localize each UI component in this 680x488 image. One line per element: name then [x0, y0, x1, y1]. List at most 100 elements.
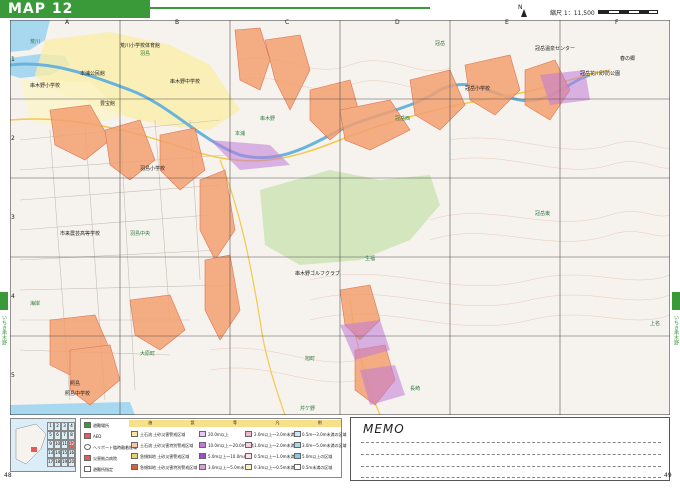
- facility-label[interactable]: 冠岳小学校: [465, 85, 490, 92]
- page-title: MAP 12: [8, 1, 74, 17]
- scale-bar: [598, 10, 658, 14]
- place-label: 羽島: [140, 51, 151, 57]
- row-label-5: 5: [11, 372, 15, 379]
- index-cell[interactable]: 16: [68, 449, 75, 458]
- map-canvas: [9, 19, 671, 416]
- column-label-c: C: [285, 19, 290, 26]
- column-label-e: E: [505, 19, 509, 26]
- row-label-1: 1: [11, 56, 15, 63]
- column-label-a: A: [65, 19, 70, 26]
- index-cell[interactable]: 2: [54, 422, 61, 431]
- legend-flood-label: 20.0m以上: [208, 432, 229, 437]
- legend-swatch: [131, 442, 138, 448]
- page-number-left: 48: [4, 472, 12, 479]
- index-cell[interactable]: 11: [61, 440, 68, 449]
- index-cell[interactable]: 17: [47, 458, 54, 467]
- left-side-text: いちき串木野: [1, 315, 7, 345]
- place-label: 冠岳西: [395, 116, 411, 122]
- facility-label[interactable]: 本浦公民館: [80, 70, 105, 77]
- flag-icon: [84, 466, 91, 472]
- legend-swatch: [294, 442, 301, 448]
- index-cell[interactable]: 6: [54, 431, 61, 440]
- legend-swatch: [131, 431, 138, 437]
- facility-label[interactable]: 羽島小学校: [140, 165, 165, 172]
- row-label-2: 2: [11, 135, 15, 142]
- legend-flood-label: 1.0m以上～2.0m未満: [254, 443, 295, 448]
- legend-swatch: [199, 464, 206, 470]
- facility-label[interactable]: 豊宝館: [100, 100, 115, 107]
- legend-hazard-label: 土石流 土砂災害特別警戒区域: [140, 443, 194, 448]
- place-label: 生福: [365, 256, 376, 262]
- index-cell[interactable]: 9: [47, 440, 54, 449]
- facility-label[interactable]: 冠岳温泉センター: [535, 45, 575, 52]
- index-cell[interactable]: 8: [68, 431, 75, 440]
- legend-hazard-label: 急傾斜地 土砂災害特別警戒区域: [140, 465, 198, 470]
- index-cell[interactable]: 10: [54, 440, 61, 449]
- legend-hazard-label: 土石流 土砂災害警戒区域: [140, 432, 186, 437]
- legend-header-char: 凡: [275, 420, 280, 425]
- facility-label[interactable]: 串木野中学校: [170, 78, 200, 85]
- index-cell-current[interactable]: 12: [68, 440, 75, 449]
- legend-flood-label: 0.3m以上～0.5m未満: [254, 465, 295, 470]
- legend-facility-label: AED: [93, 434, 102, 439]
- place-label: 旭町: [305, 356, 316, 362]
- legend-swatch: [245, 464, 252, 470]
- aed-icon: [84, 433, 91, 439]
- facility-label[interactable]: 照島中学校: [65, 390, 90, 397]
- facility-label[interactable]: 荒川小学校体育館: [120, 42, 160, 49]
- column-label-f: F: [615, 19, 619, 26]
- facility-label[interactable]: 市来農芸高等学校: [60, 230, 100, 237]
- hospital-icon: [84, 455, 91, 461]
- header-bar: MAP 12: [0, 0, 150, 18]
- legend-facility-label: 避難所指定: [93, 467, 113, 472]
- index-cell[interactable]: 5: [47, 431, 54, 440]
- legend-swatch: [199, 431, 206, 437]
- index-cell[interactable]: 19: [61, 458, 68, 467]
- memo-line: [361, 466, 661, 467]
- index-cell[interactable]: 13: [47, 449, 54, 458]
- legend-header-char: 例: [317, 420, 322, 425]
- legend-header-char: 施: [148, 420, 153, 425]
- facility-label[interactable]: 串木野小学校: [30, 82, 60, 89]
- memo-box[interactable]: MEMO: [350, 417, 670, 481]
- legend-flood-label: 5.0m以上の区域: [302, 454, 333, 459]
- memo-line: [361, 477, 661, 478]
- index-cell[interactable]: 14: [54, 449, 61, 458]
- index-map[interactable]: 1 2 3 4 5 6 7 8 9 10 11 12 13 14 15 16 1…: [10, 418, 76, 472]
- heli-icon: [84, 444, 91, 450]
- index-cell[interactable]: 3: [61, 422, 68, 431]
- index-cell[interactable]: 4: [68, 422, 75, 431]
- legend-flood-label: 3.0m以上～5.0m未満: [208, 465, 249, 470]
- page-number-right: 49: [664, 472, 672, 479]
- legend-header-char: 等: [232, 420, 237, 425]
- header-divider: [150, 7, 430, 9]
- index-cell[interactable]: 18: [54, 458, 61, 467]
- index-cell[interactable]: 1: [47, 422, 54, 431]
- index-cell[interactable]: 7: [61, 431, 68, 440]
- house-icon: [84, 422, 91, 428]
- index-cell[interactable]: 15: [61, 449, 68, 458]
- legend-flood-label: 0.5m以上～1.0m未満: [254, 454, 295, 459]
- legend-swatch: [199, 453, 206, 459]
- hazard-map[interactable]: A B C D E F 1 2 3 4 5 冠岳 羽島 荒川 串木野 冠岳西 本…: [9, 19, 671, 416]
- legend-swatch: [199, 442, 206, 448]
- place-label: 芹ケ野: [300, 406, 316, 412]
- legend-swatch: [245, 453, 252, 459]
- column-label-d: D: [395, 19, 400, 26]
- place-label: 冠岳東: [535, 211, 551, 217]
- north-arrow-icon: [521, 9, 527, 17]
- legend-flood-label: 3.0m～5.0m未満の区域: [302, 443, 347, 448]
- legend-swatch: [131, 453, 138, 459]
- place-label: 照島: [70, 381, 81, 387]
- legend-swatch: [294, 453, 301, 459]
- legend-swatch: [245, 442, 252, 448]
- column-label-b: B: [175, 19, 180, 26]
- scale-label: 縮尺 1：11,500: [550, 10, 595, 17]
- memo-line: [361, 442, 661, 443]
- left-side-tab: [0, 292, 8, 310]
- place-label: 大原町: [140, 351, 156, 357]
- index-cell[interactable]: 20: [68, 458, 75, 467]
- facility-label[interactable]: 冠岳花川砂防公園: [580, 70, 620, 77]
- memo-title: MEMO: [363, 422, 405, 436]
- legend-header-char: 設: [190, 420, 195, 425]
